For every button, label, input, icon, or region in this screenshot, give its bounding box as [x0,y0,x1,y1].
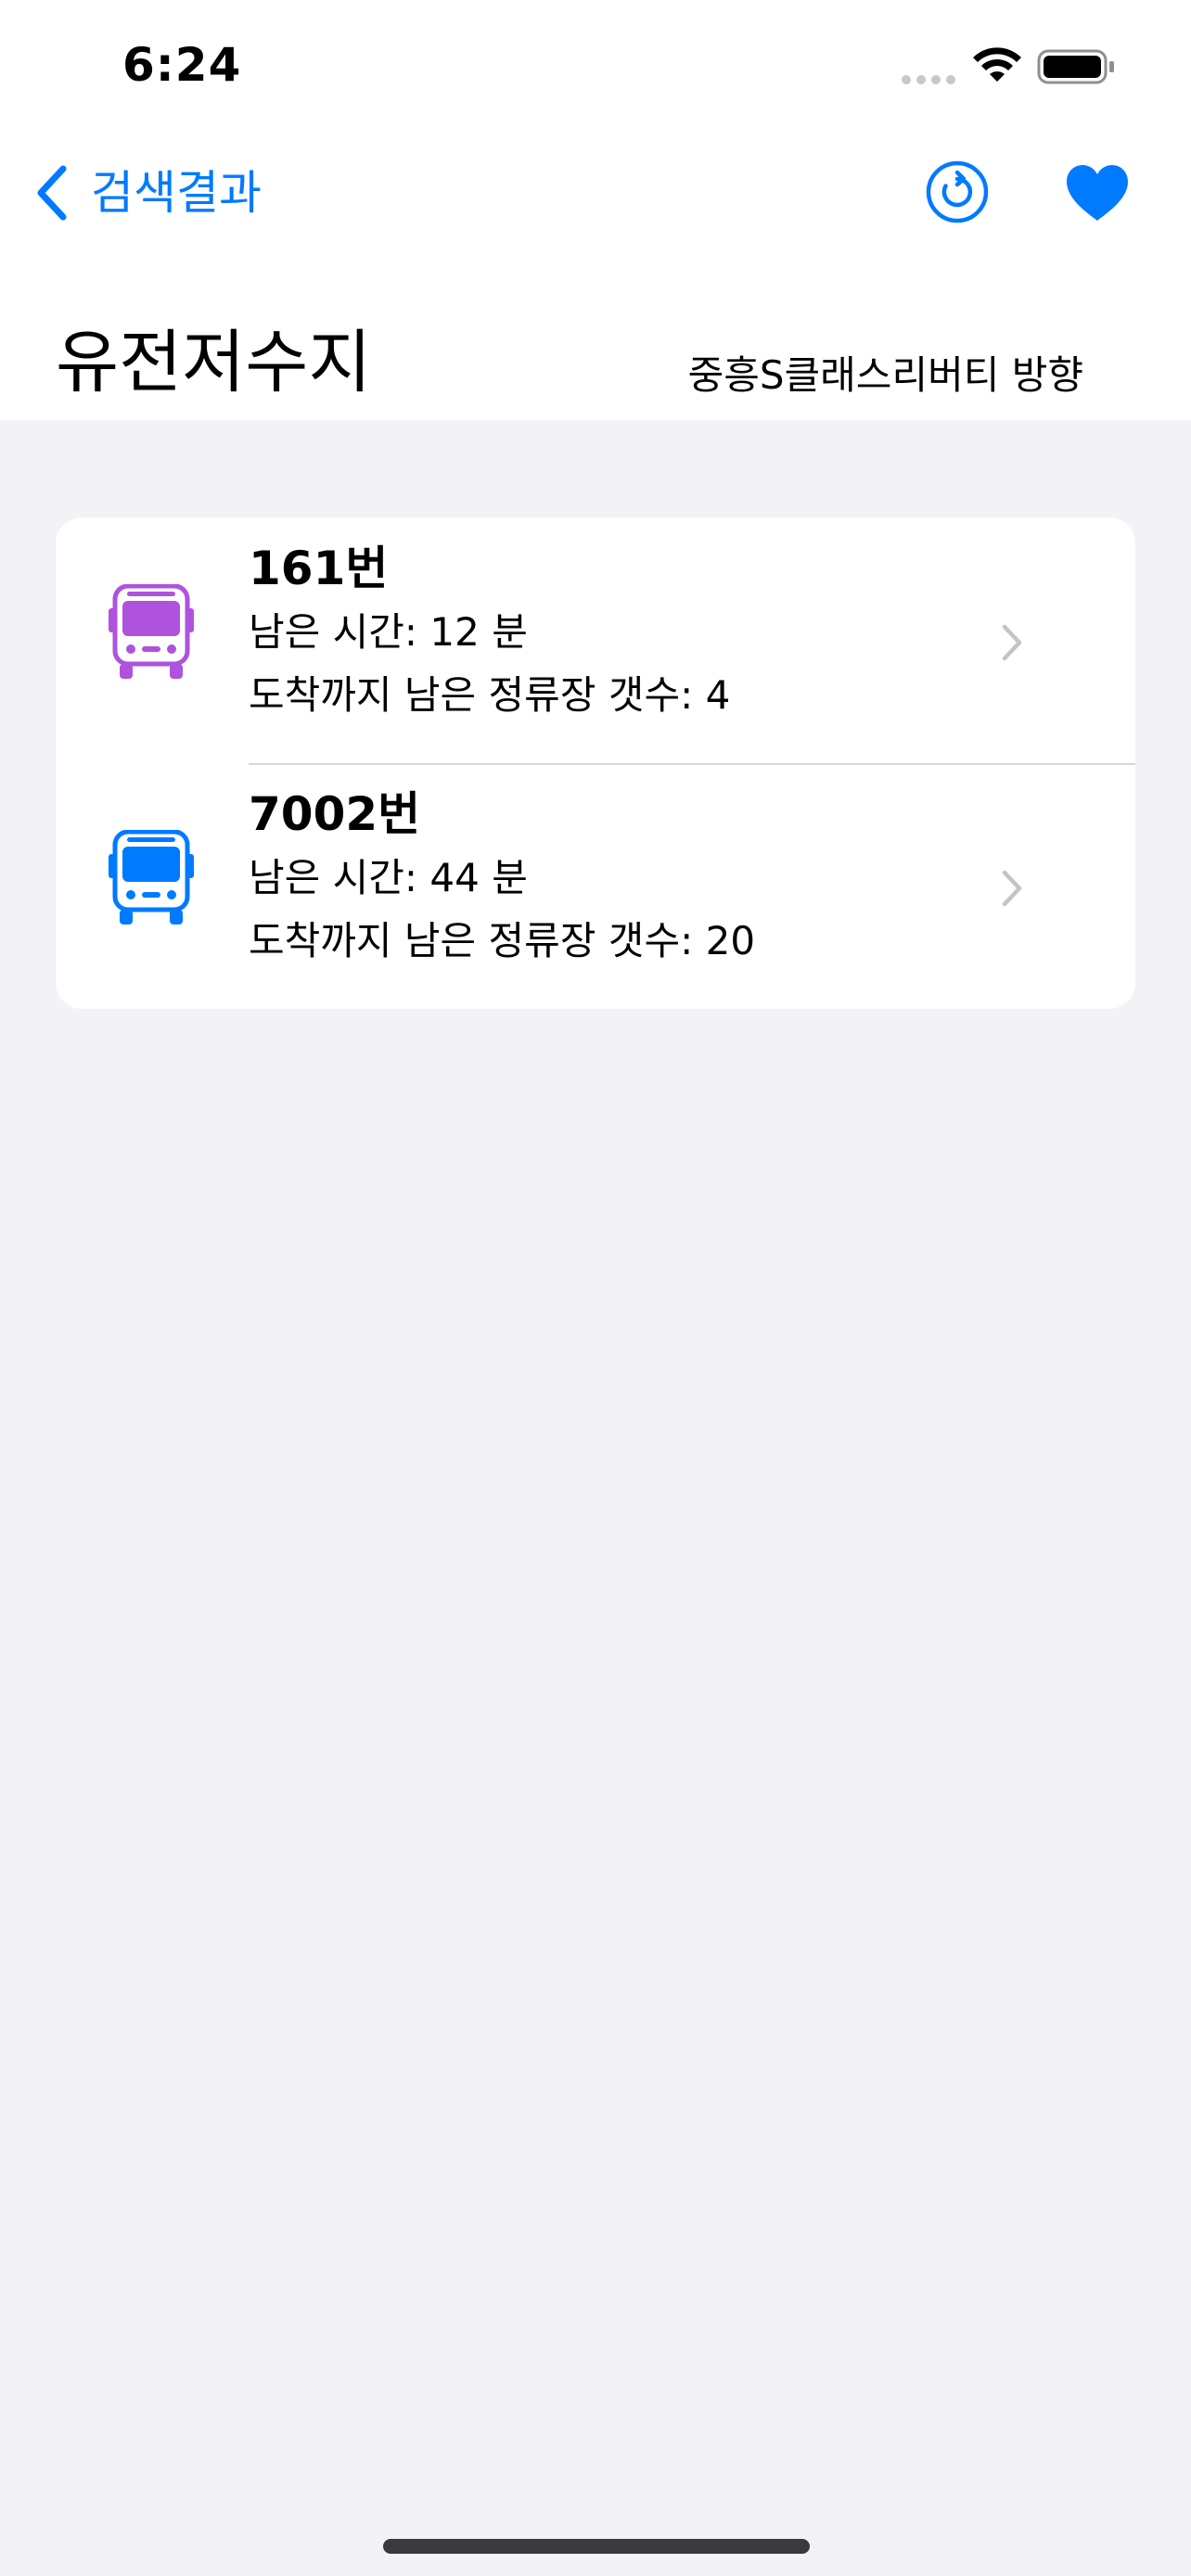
route-list: 161번 남은 시간: 12 분 도착까지 남은 정류장 갯수: 4 7002번… [56,517,1135,1009]
remaining-time: 남은 시간: 12 분 [249,609,528,655]
status-time: 6:24 [122,38,242,92]
chevron-right-icon [1002,624,1022,661]
back-button-label: 검색결과 [91,166,262,220]
direction-label: 중흥S클래스리버티 방향 [687,352,1083,398]
refresh-icon[interactable] [925,159,990,224]
chevron-right-icon [1002,870,1022,907]
chevron-left-icon [37,165,67,221]
route-row-161[interactable]: 161번 남은 시간: 12 분 도착까지 남은 정류장 갯수: 4 [56,517,1135,763]
route-number: 7002번 [249,787,421,841]
cellular-signal-icon [902,75,955,84]
header: 6:24 검색결과 유전저수지 중흥S클래스리버티 방향 [0,0,1191,420]
home-indicator[interactable] [383,2539,810,2554]
bus-icon [109,830,194,925]
bus-icon [109,584,194,679]
station-title: 유전저수지 [56,323,372,402]
remaining-stops: 도착까지 남은 정류장 갯수: 20 [249,918,756,963]
battery-icon [1037,49,1114,84]
back-button[interactable]: 검색결과 [33,156,262,230]
remaining-stops: 도착까지 남은 정류장 갯수: 4 [249,672,731,718]
route-number: 161번 [249,542,389,595]
route-info: 7002번 남은 시간: 44 분 도착까지 남은 정류장 갯수: 20 [249,782,755,973]
wifi-icon [973,47,1021,82]
route-info: 161번 남은 시간: 12 분 도착까지 남은 정류장 갯수: 4 [249,536,730,727]
heart-icon[interactable] [1065,163,1130,223]
route-row-7002[interactable]: 7002번 남은 시간: 44 분 도착까지 남은 정류장 갯수: 20 [56,763,1135,1009]
remaining-time: 남은 시간: 44 분 [249,855,528,900]
